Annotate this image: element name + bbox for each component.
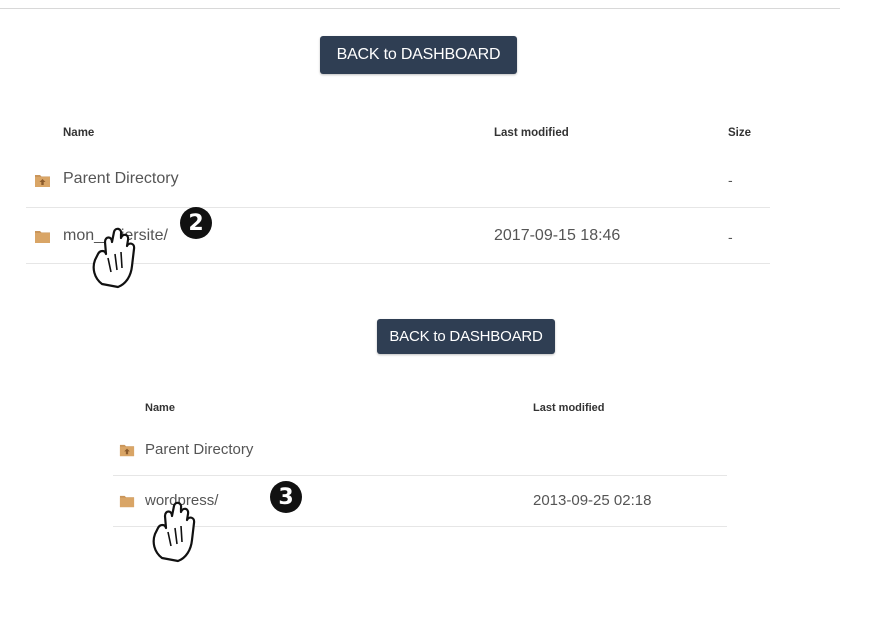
hand-pointer-icon — [152, 501, 196, 563]
last-modified-cell: 2013-09-25 02:18 — [533, 492, 652, 509]
parent-folder-icon — [119, 444, 135, 457]
top-divider — [0, 8, 840, 9]
parent-folder-icon — [35, 175, 50, 187]
step-number-badge: 3 — [270, 481, 302, 513]
size-cell: - — [728, 172, 733, 188]
column-header-last-modified[interactable]: Last modified — [494, 127, 569, 139]
column-header-last-modified[interactable]: Last modified — [533, 402, 605, 414]
last-modified-cell: 2017-09-15 18:46 — [494, 227, 621, 244]
folder-icon — [35, 231, 50, 243]
row-divider — [113, 475, 727, 476]
hand-pointer-icon — [92, 227, 136, 289]
column-header-name[interactable]: Name — [145, 402, 175, 414]
parent-directory-link[interactable]: Parent Directory — [145, 441, 253, 458]
column-header-name[interactable]: Name — [63, 127, 94, 139]
row-divider — [26, 207, 770, 208]
step-number-badge: 2 — [180, 207, 212, 239]
column-header-size[interactable]: Size — [728, 127, 751, 139]
back-to-dashboard-button[interactable]: BACK to DASHBOARD — [377, 319, 555, 354]
back-to-dashboard-button[interactable]: BACK to DASHBOARD — [320, 36, 517, 74]
parent-directory-link[interactable]: Parent Directory — [63, 170, 179, 188]
size-cell: - — [728, 229, 733, 245]
folder-icon — [119, 495, 135, 508]
row-divider — [113, 526, 727, 527]
